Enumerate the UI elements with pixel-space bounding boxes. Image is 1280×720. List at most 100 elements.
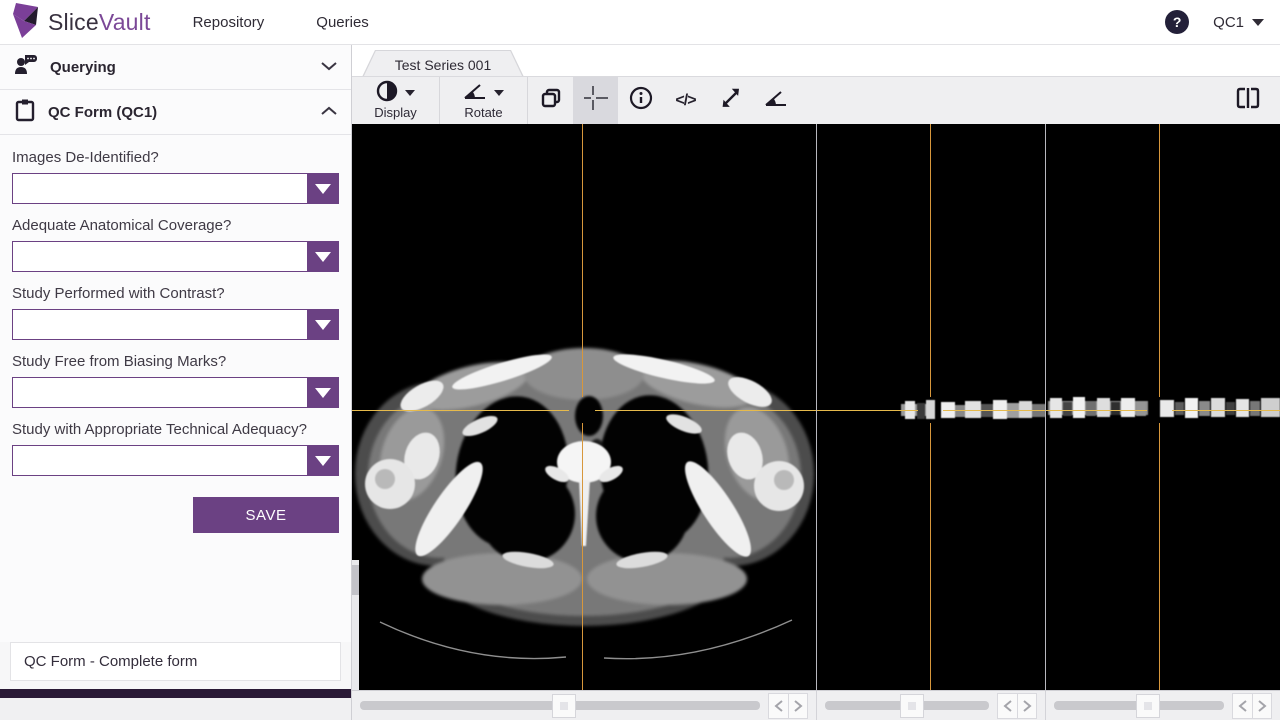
crosshair-horizontal-line[interactable] bbox=[595, 410, 816, 411]
mpr1-slice-scrollbar bbox=[816, 691, 1045, 720]
dropdown-arrow-icon[interactable] bbox=[307, 378, 338, 407]
crosshair-vertical-line[interactable] bbox=[582, 423, 583, 690]
info-button[interactable] bbox=[618, 77, 663, 124]
crosshair-vertical-line[interactable] bbox=[930, 423, 931, 690]
save-button[interactable]: SAVE bbox=[193, 497, 339, 533]
person-chat-icon bbox=[14, 54, 38, 81]
code-icon: </> bbox=[675, 91, 696, 109]
crosshair-horizontal-line[interactable] bbox=[1046, 410, 1147, 411]
viewport-mpr-1[interactable] bbox=[816, 124, 1045, 690]
display-button[interactable]: Display bbox=[352, 77, 440, 124]
field-label: Adequate Anatomical Coverage? bbox=[12, 217, 232, 234]
chevron-down-icon bbox=[321, 58, 337, 76]
scrollbar-thumb[interactable] bbox=[900, 693, 925, 718]
dropdown-arrow-icon[interactable] bbox=[307, 242, 338, 271]
tab-row: Test Series 001 bbox=[352, 45, 1280, 78]
axial-slice-scrollbar bbox=[352, 691, 816, 720]
user-menu[interactable]: QC1 bbox=[1213, 14, 1264, 31]
viewport-mpr-2[interactable] bbox=[1045, 124, 1280, 690]
form-field: Study Free from Biasing Marks? bbox=[12, 353, 339, 408]
chevron-down-icon bbox=[1252, 18, 1264, 26]
code-button[interactable]: </> bbox=[663, 77, 708, 124]
next-slice-button[interactable] bbox=[1252, 693, 1271, 718]
mpr-strip-image bbox=[901, 394, 1045, 422]
field-label: Study Free from Biasing Marks? bbox=[12, 353, 227, 370]
help-icon[interactable]: ? bbox=[1165, 10, 1190, 34]
copy-layers-button[interactable] bbox=[528, 77, 573, 124]
previous-slice-button[interactable] bbox=[769, 694, 788, 718]
biasing-marks-select[interactable] bbox=[12, 377, 339, 408]
chevron-down-icon bbox=[494, 90, 504, 96]
select-value bbox=[13, 242, 307, 271]
crosshair-vertical-line[interactable] bbox=[930, 124, 931, 397]
select-value bbox=[13, 310, 307, 339]
technical-adequacy-select[interactable] bbox=[12, 445, 339, 476]
contrast-icon bbox=[376, 80, 398, 107]
anatomical-coverage-select[interactable] bbox=[12, 241, 339, 272]
form-field: Adequate Anatomical Coverage? bbox=[12, 217, 339, 272]
viewport-axial[interactable] bbox=[352, 124, 816, 690]
chevron-up-icon bbox=[321, 103, 337, 121]
crosshair-horizontal-line[interactable] bbox=[943, 410, 1045, 411]
slicevault-logo-icon bbox=[8, 1, 42, 44]
next-slice-button[interactable] bbox=[1017, 693, 1036, 718]
rotate-angle-icon bbox=[463, 81, 487, 106]
expand-button[interactable] bbox=[708, 77, 753, 124]
brand-logo[interactable]: SliceVault bbox=[8, 1, 151, 44]
sidebar-section-qc-form[interactable]: QC Form (QC1) bbox=[0, 90, 351, 135]
mpr2-slice-scrollbar bbox=[1045, 691, 1280, 720]
viewer-toolbar: Display Rotate </> bbox=[352, 76, 1280, 124]
app-window: SliceVault Repository Queries ? QC1 Quer… bbox=[0, 0, 1280, 720]
previous-slice-button[interactable] bbox=[998, 694, 1017, 718]
next-slice-button[interactable] bbox=[788, 693, 807, 718]
crosshair-vertical-line[interactable] bbox=[1159, 124, 1160, 397]
crosshair-horizontal-line[interactable] bbox=[817, 410, 918, 411]
viewport-grid bbox=[352, 124, 1280, 690]
sidebar-dark-divider bbox=[0, 689, 351, 698]
previous-slice-button[interactable] bbox=[1233, 694, 1252, 718]
viewport-vertical-scrollbar[interactable] bbox=[352, 560, 359, 690]
rotate-label: Rotate bbox=[464, 105, 503, 120]
rotate-button[interactable]: Rotate bbox=[440, 77, 528, 124]
sidebar-bottom-gap bbox=[0, 698, 351, 720]
dropdown-arrow-icon[interactable] bbox=[307, 310, 338, 339]
info-icon bbox=[629, 86, 653, 115]
split-view-icon bbox=[1235, 86, 1261, 115]
top-nav: SliceVault Repository Queries ? QC1 bbox=[0, 0, 1280, 45]
crosshair-vertical-line[interactable] bbox=[1159, 423, 1160, 690]
crosshair-button[interactable] bbox=[573, 77, 618, 124]
sidebar-section-querying[interactable]: Querying bbox=[0, 45, 351, 90]
nav-item-repository[interactable]: Repository bbox=[193, 14, 265, 31]
clipboard-icon bbox=[14, 98, 36, 127]
slice-scrollbar-row bbox=[352, 690, 1280, 720]
sidebar: Querying QC Form (QC1) Images De-Identif… bbox=[0, 45, 352, 720]
dropdown-arrow-icon[interactable] bbox=[307, 174, 338, 203]
scrollbar-thumb[interactable] bbox=[552, 693, 576, 718]
tab-test-series-001[interactable]: Test Series 001 bbox=[362, 50, 524, 78]
brand-name: SliceVault bbox=[48, 8, 151, 35]
crosshair-horizontal-line[interactable] bbox=[1172, 410, 1280, 411]
viewer-panel: Test Series 001 Display Rotate </> bbox=[352, 45, 1280, 720]
crosshair-horizontal-line[interactable] bbox=[352, 410, 569, 411]
angle-icon bbox=[764, 88, 788, 113]
scrollbar-thumb[interactable] bbox=[352, 565, 359, 595]
images-deidentified-select[interactable] bbox=[12, 173, 339, 204]
angle-button[interactable] bbox=[753, 77, 798, 124]
qc-form: Images De-Identified? Adequate Anatomica… bbox=[0, 135, 351, 533]
user-label: QC1 bbox=[1213, 13, 1244, 31]
qc-form-status-note: QC Form - Complete form bbox=[10, 642, 341, 681]
crosshair-vertical-line[interactable] bbox=[582, 124, 583, 397]
ct-axial-image bbox=[355, 348, 814, 660]
field-label: Images De-Identified? bbox=[12, 149, 159, 166]
main-nav: Repository Queries bbox=[193, 14, 369, 31]
scrollbar-track[interactable] bbox=[825, 693, 989, 718]
contrast-select[interactable] bbox=[12, 309, 339, 340]
crosshair-icon bbox=[583, 85, 609, 116]
scrollbar-track[interactable] bbox=[1054, 693, 1224, 718]
select-value bbox=[13, 378, 307, 407]
scrollbar-thumb[interactable] bbox=[1135, 693, 1160, 718]
dropdown-arrow-icon[interactable] bbox=[307, 446, 338, 475]
split-view-button[interactable] bbox=[1225, 86, 1270, 115]
scrollbar-track[interactable] bbox=[360, 693, 760, 718]
nav-item-queries[interactable]: Queries bbox=[316, 14, 369, 31]
